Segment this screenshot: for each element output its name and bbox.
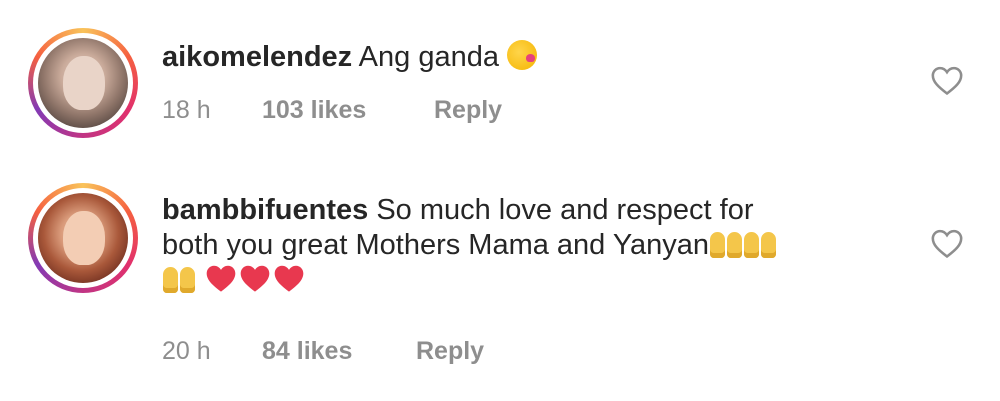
comment-likes[interactable]: 103 likes <box>262 96 434 125</box>
avatar-border <box>33 33 133 133</box>
story-ring-avatar[interactable] <box>28 28 138 138</box>
comment-likes[interactable]: 84 likes <box>262 337 416 366</box>
like-heart-icon[interactable] <box>930 227 964 259</box>
like-heart-icon[interactable] <box>930 64 964 96</box>
face-blowing-kiss-icon <box>507 40 538 70</box>
comment-text: aikomelendez Ang ganda <box>162 40 902 75</box>
raising-hands-icon <box>743 228 777 258</box>
story-ring-avatar[interactable] <box>28 183 138 293</box>
avatar-border <box>33 188 133 288</box>
comment-meta: 20 h 84 likes Reply <box>162 337 484 366</box>
avatar-face <box>63 56 105 110</box>
red-heart-icon <box>272 263 306 293</box>
comment-body-line2: both you great Mothers Mama and Yanyan <box>162 229 710 261</box>
avatar <box>38 38 128 128</box>
comment-body: Ang ganda <box>358 41 499 73</box>
comment-body-line1: So much love and respect for <box>376 194 754 226</box>
comment-username[interactable]: bambbifuentes <box>162 194 368 226</box>
comment-meta: 18 h 103 likes Reply <box>162 96 502 125</box>
avatar <box>38 193 128 283</box>
reply-button[interactable]: Reply <box>434 96 502 125</box>
comment-username[interactable]: aikomelendez <box>162 41 352 73</box>
comment-text: bambbifuentes So much love and respect f… <box>162 193 902 298</box>
comment-time[interactable]: 20 h <box>162 337 262 366</box>
reply-button[interactable]: Reply <box>416 337 484 366</box>
comment-time[interactable]: 18 h <box>162 96 262 125</box>
avatar-face <box>63 211 105 265</box>
red-heart-icon <box>238 263 272 293</box>
raising-hands-icon <box>162 263 196 293</box>
comment-item: aikomelendez Ang ganda 18 h 103 likes Repl… <box>0 0 1000 175</box>
raising-hands-icon <box>709 228 743 258</box>
red-heart-icon <box>204 263 238 293</box>
comment-item: bambbifuentes So much love and respect f… <box>0 175 1000 401</box>
